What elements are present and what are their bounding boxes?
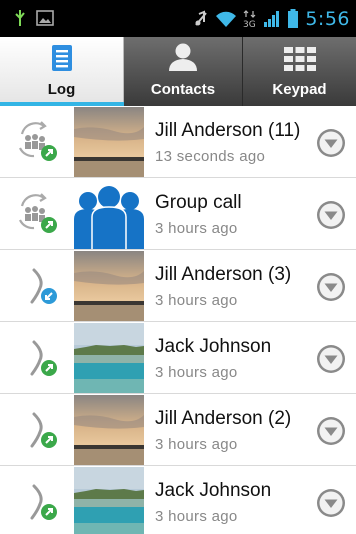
call-time: 3 hours ago	[155, 292, 238, 309]
call-log-list: Jill Anderson (11) 13 seconds ago Group …	[0, 106, 356, 534]
tab-keypad-label: Keypad	[272, 81, 327, 98]
expand-menu-button[interactable]	[315, 343, 347, 375]
tab-log-label: Log	[47, 81, 76, 98]
expand-menu-button[interactable]	[315, 487, 347, 519]
expand-menu-button[interactable]	[315, 271, 347, 303]
tab-keypad[interactable]: Keypad	[243, 37, 356, 106]
incoming-call-icon	[14, 264, 62, 308]
call-time: 3 hours ago	[155, 220, 238, 237]
call-time: 3 hours ago	[155, 436, 238, 453]
call-time: 3 hours ago	[155, 364, 238, 381]
wifi-icon	[215, 10, 237, 28]
contact-name: Jack Johnson	[155, 336, 272, 357]
contact-photo[interactable]	[74, 107, 144, 177]
contact-photo[interactable]	[74, 395, 144, 465]
outgoing-call-icon	[14, 408, 62, 452]
3g-icon: 3G	[243, 9, 257, 29]
contact-photo[interactable]	[74, 467, 144, 534]
call-log-row[interactable]: Jill Anderson (11) 13 seconds ago	[0, 106, 356, 178]
contact-name: Jill Anderson (11)	[155, 120, 301, 141]
tab-contacts-label: Contacts	[150, 81, 216, 98]
tab-bar: Log Contacts Keypad	[0, 37, 356, 106]
outgoing-call-icon	[14, 480, 62, 524]
call-log-row[interactable]: Group call 3 hours ago	[0, 178, 356, 250]
image-icon	[36, 10, 54, 26]
keypad-icon	[283, 46, 317, 77]
log-icon	[51, 44, 73, 77]
contacts-icon	[165, 42, 201, 77]
call-log-row[interactable]: Jack Johnson 3 hours ago	[0, 466, 356, 534]
conference-outgoing-call-icon	[14, 192, 62, 236]
expand-menu-button[interactable]	[315, 415, 347, 447]
contact-photo[interactable]	[74, 251, 144, 321]
contact-photo[interactable]	[74, 323, 144, 393]
call-time: 13 seconds ago	[155, 148, 266, 165]
conference-outgoing-call-icon	[14, 120, 62, 164]
tab-log[interactable]: Log	[0, 37, 124, 106]
contact-name: Jack Johnson	[155, 480, 272, 501]
call-log-row[interactable]: Jill Anderson (3) 3 hours ago	[0, 250, 356, 322]
contact-name: Group call	[155, 192, 242, 213]
call-log-row[interactable]: Jack Johnson 3 hours ago	[0, 322, 356, 394]
tab-contacts[interactable]: Contacts	[124, 37, 243, 106]
mute-icon	[193, 10, 209, 28]
signal-icon	[263, 10, 281, 28]
battery-icon	[287, 9, 299, 29]
status-bar: 3G 5:56	[0, 0, 356, 37]
group-photo[interactable]	[74, 179, 144, 249]
call-log-row[interactable]: Jill Anderson (2) 3 hours ago	[0, 394, 356, 466]
expand-menu-button[interactable]	[315, 199, 347, 231]
expand-menu-button[interactable]	[315, 127, 347, 159]
contact-name: Jill Anderson (3)	[155, 264, 292, 285]
svg-text:3G: 3G	[243, 20, 256, 29]
clock: 5:56	[305, 8, 350, 30]
outgoing-call-icon	[14, 336, 62, 380]
usb-icon	[14, 9, 26, 27]
contact-name: Jill Anderson (2)	[155, 408, 292, 429]
call-time: 3 hours ago	[155, 508, 238, 525]
